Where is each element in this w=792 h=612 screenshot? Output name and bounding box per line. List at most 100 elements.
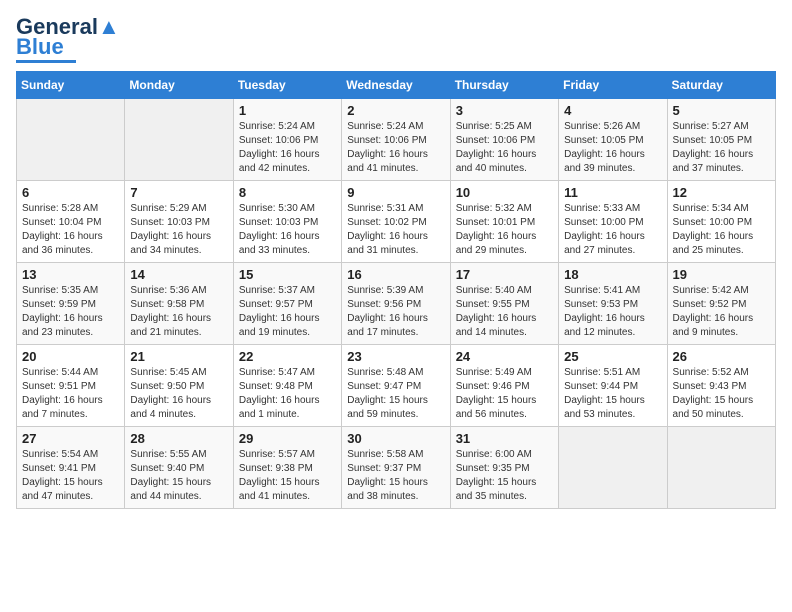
day-number: 17 [456,267,553,282]
page-header: General▲ Blue [16,16,776,63]
day-detail: Sunrise: 5:28 AM Sunset: 10:04 PM Daylig… [22,202,119,258]
day-cell: 9 Sunrise: 5:31 AM Sunset: 10:02 PM Dayli… [342,181,450,263]
day-number: 12 [673,185,770,200]
day-number: 29 [239,431,336,446]
day-cell [559,427,667,509]
day-detail: Sunrise: 5:31 AM Sunset: 10:02 PM Daylig… [347,202,444,258]
day-number: 7 [130,185,227,200]
day-number: 26 [673,349,770,364]
logo: General▲ Blue [16,16,120,63]
day-detail: Sunrise: 5:48 AM Sunset: 9:47 PM Dayligh… [347,366,444,422]
day-detail: Sunrise: 5:55 AM Sunset: 9:40 PM Dayligh… [130,448,227,504]
day-detail: Sunrise: 5:40 AM Sunset: 9:55 PM Dayligh… [456,284,553,340]
day-cell: 30 Sunrise: 5:58 AM Sunset: 9:37 PM Dayli… [342,427,450,509]
day-cell: 24 Sunrise: 5:49 AM Sunset: 9:46 PM Dayli… [450,345,558,427]
day-number: 30 [347,431,444,446]
day-number: 4 [564,103,661,118]
day-cell: 31 Sunrise: 6:00 AM Sunset: 9:35 PM Dayli… [450,427,558,509]
day-detail: Sunrise: 5:58 AM Sunset: 9:37 PM Dayligh… [347,448,444,504]
day-number: 23 [347,349,444,364]
day-cell: 7 Sunrise: 5:29 AM Sunset: 10:03 PM Dayli… [125,181,233,263]
day-detail: Sunrise: 5:52 AM Sunset: 9:43 PM Dayligh… [673,366,770,422]
day-cell: 21Sunrise: 5:45 AM Sunset: 9:50 PM Dayli… [125,345,233,427]
logo-text-blue: Blue [16,36,64,58]
day-detail: Sunrise: 6:00 AM Sunset: 9:35 PM Dayligh… [456,448,553,504]
day-detail: Sunrise: 5:32 AM Sunset: 10:01 PM Daylig… [456,202,553,258]
day-cell: 2Sunrise: 5:24 AM Sunset: 10:06 PM Dayli… [342,99,450,181]
day-detail: Sunrise: 5:41 AM Sunset: 9:53 PM Dayligh… [564,284,661,340]
day-detail: Sunrise: 5:33 AM Sunset: 10:00 PM Daylig… [564,202,661,258]
day-cell: 1 Sunrise: 5:24 AM Sunset: 10:06 PM Dayli… [233,99,341,181]
day-number: 11 [564,185,661,200]
day-detail: Sunrise: 5:26 AM Sunset: 10:05 PM Daylig… [564,120,661,176]
day-detail: Sunrise: 5:44 AM Sunset: 9:51 PM Dayligh… [22,366,119,422]
day-detail: Sunrise: 5:24 AM Sunset: 10:06 PM Daylig… [239,120,336,176]
day-detail: Sunrise: 5:51 AM Sunset: 9:44 PM Dayligh… [564,366,661,422]
day-detail: Sunrise: 5:49 AM Sunset: 9:46 PM Dayligh… [456,366,553,422]
day-detail: Sunrise: 5:27 AM Sunset: 10:05 PM Daylig… [673,120,770,176]
week-row-3: 13 Sunrise: 5:35 AM Sunset: 9:59 PM Dayli… [17,263,776,345]
week-row-4: 20Sunrise: 5:44 AM Sunset: 9:51 PM Dayli… [17,345,776,427]
day-number: 1 [239,103,336,118]
day-cell: 13 Sunrise: 5:35 AM Sunset: 9:59 PM Dayli… [17,263,125,345]
day-cell: 8 Sunrise: 5:30 AM Sunset: 10:03 PM Dayli… [233,181,341,263]
day-cell: 29 Sunrise: 5:57 AM Sunset: 9:38 PM Dayli… [233,427,341,509]
day-number: 15 [239,267,336,282]
day-number: 9 [347,185,444,200]
day-number: 31 [456,431,553,446]
day-number: 6 [22,185,119,200]
day-cell: 15 Sunrise: 5:37 AM Sunset: 9:57 PM Dayli… [233,263,341,345]
day-detail: Sunrise: 5:35 AM Sunset: 9:59 PM Dayligh… [22,284,119,340]
logo-underline [16,60,76,63]
day-detail: Sunrise: 5:36 AM Sunset: 9:58 PM Dayligh… [130,284,227,340]
day-number: 14 [130,267,227,282]
day-number: 28 [130,431,227,446]
day-cell: 10 Sunrise: 5:32 AM Sunset: 10:01 PM Dayl… [450,181,558,263]
day-cell: 3 Sunrise: 5:25 AM Sunset: 10:06 PM Dayli… [450,99,558,181]
calendar-table: SundayMondayTuesdayWednesdayThursdayFrid… [16,71,776,509]
week-row-5: 27Sunrise: 5:54 AM Sunset: 9:41 PM Dayli… [17,427,776,509]
day-cell [125,99,233,181]
day-cell: 11 Sunrise: 5:33 AM Sunset: 10:00 PM Dayl… [559,181,667,263]
day-detail: Sunrise: 5:30 AM Sunset: 10:03 PM Daylig… [239,202,336,258]
day-detail: Sunrise: 5:37 AM Sunset: 9:57 PM Dayligh… [239,284,336,340]
day-cell: 5Sunrise: 5:27 AM Sunset: 10:05 PM Dayli… [667,99,775,181]
day-detail: Sunrise: 5:25 AM Sunset: 10:06 PM Daylig… [456,120,553,176]
day-cell: 4 Sunrise: 5:26 AM Sunset: 10:05 PM Dayli… [559,99,667,181]
day-number: 24 [456,349,553,364]
day-number: 13 [22,267,119,282]
header-sunday: Sunday [17,72,125,99]
day-cell: 17 Sunrise: 5:40 AM Sunset: 9:55 PM Dayli… [450,263,558,345]
day-cell [667,427,775,509]
day-number: 22 [239,349,336,364]
day-cell: 14 Sunrise: 5:36 AM Sunset: 9:58 PM Dayli… [125,263,233,345]
day-detail: Sunrise: 5:57 AM Sunset: 9:38 PM Dayligh… [239,448,336,504]
header-monday: Monday [125,72,233,99]
header-thursday: Thursday [450,72,558,99]
day-detail: Sunrise: 5:29 AM Sunset: 10:03 PM Daylig… [130,202,227,258]
header-tuesday: Tuesday [233,72,341,99]
day-number: 16 [347,267,444,282]
day-detail: Sunrise: 5:34 AM Sunset: 10:00 PM Daylig… [673,202,770,258]
header-friday: Friday [559,72,667,99]
week-row-2: 6 Sunrise: 5:28 AM Sunset: 10:04 PM Dayli… [17,181,776,263]
day-cell: 22 Sunrise: 5:47 AM Sunset: 9:48 PM Dayli… [233,345,341,427]
day-cell: 19Sunrise: 5:42 AM Sunset: 9:52 PM Dayli… [667,263,775,345]
day-cell: 26 Sunrise: 5:52 AM Sunset: 9:43 PM Dayli… [667,345,775,427]
day-number: 8 [239,185,336,200]
week-row-1: 1 Sunrise: 5:24 AM Sunset: 10:06 PM Dayli… [17,99,776,181]
day-detail: Sunrise: 5:47 AM Sunset: 9:48 PM Dayligh… [239,366,336,422]
day-cell [17,99,125,181]
day-cell: 25Sunrise: 5:51 AM Sunset: 9:44 PM Dayli… [559,345,667,427]
day-number: 27 [22,431,119,446]
header-wednesday: Wednesday [342,72,450,99]
day-detail: Sunrise: 5:24 AM Sunset: 10:06 PM Daylig… [347,120,444,176]
day-cell: 12 Sunrise: 5:34 AM Sunset: 10:00 PM Dayl… [667,181,775,263]
day-detail: Sunrise: 5:45 AM Sunset: 9:50 PM Dayligh… [130,366,227,422]
day-number: 3 [456,103,553,118]
day-number: 10 [456,185,553,200]
day-cell: 6 Sunrise: 5:28 AM Sunset: 10:04 PM Dayli… [17,181,125,263]
day-cell: 27Sunrise: 5:54 AM Sunset: 9:41 PM Dayli… [17,427,125,509]
day-cell: 20Sunrise: 5:44 AM Sunset: 9:51 PM Dayli… [17,345,125,427]
day-cell: 28 Sunrise: 5:55 AM Sunset: 9:40 PM Dayli… [125,427,233,509]
